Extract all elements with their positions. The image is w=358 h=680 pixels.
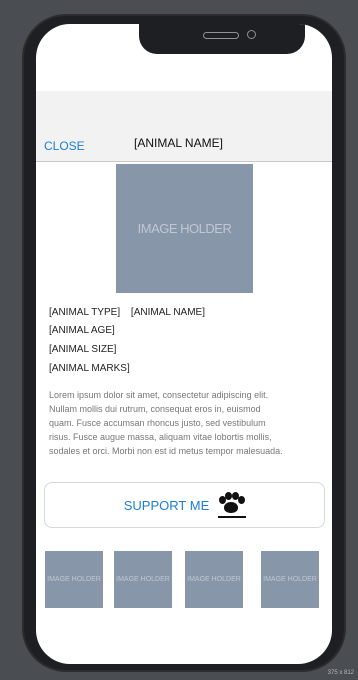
thumbnail-image[interactable]: IMAGE HOLDER [185, 551, 243, 608]
support-me-button[interactable]: SUPPORT ME [44, 482, 325, 528]
speaker-icon [203, 32, 239, 39]
thumbnail-image[interactable]: IMAGE HOLDER [45, 551, 103, 608]
thumbnail-row: IMAGE HOLDER IMAGE HOLDER IMAGE HOLDER I… [36, 551, 332, 608]
description-text: Lorem ipsum dolor sit amet, consectetur … [49, 390, 283, 456]
page-title: [ANIMAL NAME] [134, 136, 223, 150]
paw-pad [224, 502, 239, 513]
paw-underline [218, 516, 247, 518]
thumbnail-image[interactable]: IMAGE HOLDER [261, 551, 319, 608]
hero-image-placeholder: IMAGE HOLDER [116, 164, 253, 293]
app-screen: CLOSE [ANIMAL NAME] IMAGE HOLDER [ANIMAL… [36, 24, 332, 664]
device-size-label: 375 x 812 [327, 670, 354, 676]
paw-toe [238, 496, 246, 504]
thumbnail-label: IMAGE HOLDER [263, 576, 317, 583]
camera-icon [247, 30, 256, 39]
paw-icon [217, 491, 247, 519]
device-notch [139, 24, 305, 54]
animal-marks: [ANIMAL MARKS] [49, 363, 130, 374]
close-button[interactable]: CLOSE [44, 139, 85, 153]
thumbnail-label: IMAGE HOLDER [47, 576, 101, 583]
support-me-label: SUPPORT ME [123, 497, 210, 513]
paw-toe [225, 492, 233, 500]
animal-name: [ANIMAL NAME] [130, 307, 206, 318]
thumbnail-label: IMAGE HOLDER [187, 576, 241, 583]
hero-image-label: IMAGE HOLDER [137, 221, 232, 236]
animal-age: [ANIMAL AGE] [49, 325, 115, 336]
animal-type-label: [ANIMAL TYPE] [ANIMAL NAME] [49, 307, 205, 318]
animal-type: [ANIMAL TYPE] [49, 307, 121, 318]
animal-size: [ANIMAL SIZE] [49, 344, 117, 355]
thumbnail-label: IMAGE HOLDER [116, 576, 170, 583]
thumbnail-image[interactable]: IMAGE HOLDER [114, 551, 172, 608]
